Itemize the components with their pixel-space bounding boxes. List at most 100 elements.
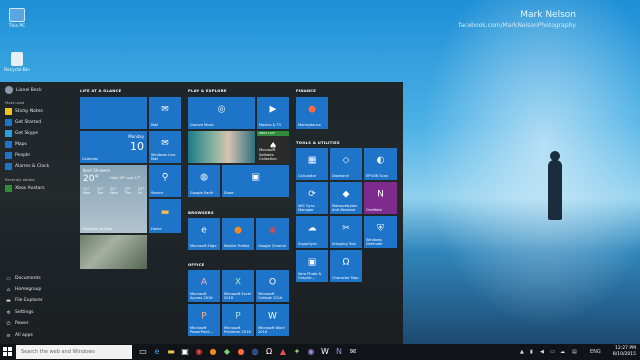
globe-icon: ◍ xyxy=(200,172,208,183)
nav-file-explorer[interactable]: ▬ File Explorer xyxy=(5,296,43,305)
app-xbox-avatars[interactable]: Xbox Avatars xyxy=(5,184,45,193)
tile-calculator[interactable]: ▦ Calculator xyxy=(296,148,328,180)
mail-icon[interactable]: ✉ xyxy=(348,347,358,357)
app-icon-leaf[interactable]: ✦ xyxy=(292,347,302,357)
firefox-icon[interactable]: ● xyxy=(208,347,218,357)
clock[interactable]: 12:27 PM 8/10/2015 xyxy=(613,346,636,358)
tile-moneydance[interactable]: ● Moneydance xyxy=(296,97,328,129)
nav-documents[interactable]: ▭ Documents xyxy=(5,274,41,283)
store-icon[interactable]: ▣ xyxy=(180,347,190,357)
group-browsers: BROWSERS xyxy=(188,210,214,215)
app-maps[interactable]: Maps xyxy=(5,140,27,149)
tile-label: Groove Music xyxy=(190,122,215,127)
nav-power[interactable]: ⏻ Power xyxy=(5,319,29,328)
weather-condition: Kent Showers xyxy=(83,168,111,173)
moneydance-icon[interactable]: ● xyxy=(236,347,246,357)
nav-settings[interactable]: ✲ Settings xyxy=(5,308,33,317)
tile-snipping-tool[interactable]: ✂ Snipping Tool xyxy=(330,216,362,248)
tile-google-chrome[interactable]: ◉ Google Chrome xyxy=(256,218,289,250)
app-people[interactable]: People xyxy=(5,151,30,160)
tile-epson-scan[interactable]: ◐ EPSON Scan xyxy=(364,148,397,180)
tile-wic-sync-manager[interactable]: ⟳ WIC Sync Manager xyxy=(296,182,328,214)
app-icon-red[interactable]: ▲ xyxy=(278,347,288,357)
tile-xero-photo[interactable]: ▣ Xero Photo & Graphic... xyxy=(296,250,328,282)
tile-microsoft-edge[interactable]: e Microsoft Edge xyxy=(188,218,220,250)
edge-icon: e xyxy=(201,225,207,236)
desktop-icon-this-pc[interactable]: This PC xyxy=(2,8,32,29)
tile-windows-defender[interactable]: ⛨ Windows Defender xyxy=(364,216,397,248)
tile-powerpoint[interactable]: P Microsoft PowerPoint... xyxy=(188,304,220,336)
lightbulb-icon xyxy=(5,119,12,126)
homegroup-icon: ⌂ xyxy=(6,286,11,293)
scanner-icon: ◐ xyxy=(376,155,385,166)
envelope-icon: ✉ xyxy=(161,138,169,149)
tile-mozilla-firefox[interactable]: ● Mozilla Firefox xyxy=(222,218,254,250)
nav-homegroup[interactable]: ⌂ Homegroup xyxy=(5,285,41,294)
outlook-icon: O xyxy=(268,277,277,288)
nav-all-apps[interactable]: ≡ All apps xyxy=(5,331,32,340)
file-explorer-icon[interactable]: ▬ xyxy=(166,347,176,357)
tile-groove-music[interactable]: ◎ Groove Music xyxy=(188,97,255,129)
onenote-icon: N xyxy=(377,189,384,200)
cloud-icon[interactable]: ☁ xyxy=(560,349,565,355)
tile-movies-tv[interactable]: ▶ Movies & TV xyxy=(257,97,289,129)
tile-access[interactable]: A Microsoft Access 2016 xyxy=(188,270,220,302)
app-sticky-notes[interactable]: Sticky Notes xyxy=(5,107,43,116)
tile-search[interactable]: ⚲ Search xyxy=(149,165,181,197)
tile-home[interactable]: ▬ Home xyxy=(149,199,181,233)
app-get-started[interactable]: Get Started xyxy=(5,118,41,127)
document-icon: ▭ xyxy=(6,275,11,282)
desktop-icon-recycle-bin[interactable]: Recycle Bin xyxy=(2,52,32,73)
app-alarms-clock[interactable]: Alarms & Clock xyxy=(5,162,49,171)
tile-blank-top[interactable] xyxy=(80,97,147,129)
user-account[interactable]: Lionel Beck xyxy=(5,86,42,94)
tile-onenote[interactable]: N OneNote xyxy=(364,182,397,214)
app-label: Sticky Notes xyxy=(15,109,43,114)
onenote-icon[interactable]: N xyxy=(334,347,344,357)
app-get-skype[interactable]: Get Skype xyxy=(5,129,38,138)
tile-word[interactable]: W Microsoft Word 2016 xyxy=(256,304,289,336)
character-map-icon[interactable]: Ω xyxy=(264,347,274,357)
tile-publisher[interactable]: P Microsoft Publisher 2016 xyxy=(222,304,254,336)
input-language[interactable]: ENG xyxy=(590,349,601,355)
tile-photos[interactable] xyxy=(80,235,147,269)
powerpoint-icon: P xyxy=(201,311,207,322)
photo-icon: ▣ xyxy=(307,257,317,268)
network-icon[interactable]: ▮ xyxy=(530,349,533,355)
tile-malwarebytes[interactable]: ◆ Malwarebytes Anti-Malware xyxy=(330,182,362,214)
google-earth-icon[interactable]: ◍ xyxy=(250,347,260,357)
battery-icon[interactable]: ▭ xyxy=(550,349,555,355)
tile-label: Calendar xyxy=(82,156,99,161)
tile-solitaire[interactable]: XBOX LIVE ♠ Microsoft Solitaire Collecti… xyxy=(257,131,289,163)
volume-icon[interactable]: ◀ xyxy=(540,349,544,355)
tile-character-map[interactable]: Ω Character Map xyxy=(330,250,362,282)
film-icon: ▶ xyxy=(269,104,277,115)
task-view-icon[interactable]: ▭ xyxy=(138,347,148,357)
power-icon: ⏻ xyxy=(6,320,11,327)
tile-excel[interactable]: X Microsoft Excel 2016 xyxy=(222,270,254,302)
user-name: Lionel Beck xyxy=(16,87,42,93)
tile-google-earth[interactable]: ◍ Google Earth xyxy=(188,165,220,197)
tile-weather[interactable]: Kent Showers 20° High 28° Low 17° 21° Mon… xyxy=(80,165,147,233)
start-button[interactable] xyxy=(3,347,13,357)
tile-dashlane[interactable]: ◇ Dashlane xyxy=(330,148,362,180)
forecast-day-label: Tue xyxy=(97,191,104,195)
tray-chevron-icon[interactable]: ▲ xyxy=(520,349,524,355)
tile-calendar[interactable]: Monday 10 Calendar xyxy=(80,131,147,163)
tile-outlook[interactable]: O Microsoft Outlook 2016 xyxy=(256,270,289,302)
taskbar-search-box[interactable]: Search the web and Windows xyxy=(16,345,132,359)
tile-label: Xero Photo & Graphic... xyxy=(298,271,322,280)
app-icon-purple[interactable]: ◉ xyxy=(306,347,316,357)
tile-people-photo[interactable] xyxy=(188,131,255,163)
start-menu: Lionel Beck Most used Sticky Notes Get S… xyxy=(0,82,403,344)
word-icon[interactable]: W xyxy=(320,347,330,357)
tile-mail[interactable]: ✉ Mail xyxy=(149,97,181,129)
app-icon-green[interactable]: ◆ xyxy=(222,347,232,357)
notification-icon[interactable]: ▤ xyxy=(572,349,577,355)
tile-windows-live-mail[interactable]: ✉ Windows Live Mail xyxy=(149,131,181,163)
edge-icon[interactable]: e xyxy=(152,347,162,357)
list-icon: ≡ xyxy=(6,332,11,339)
chrome-icon[interactable]: ◉ xyxy=(194,347,204,357)
tile-sugarsync[interactable]: ☁ SugarSync xyxy=(296,216,328,248)
tile-store[interactable]: ▣ Store xyxy=(222,165,289,197)
